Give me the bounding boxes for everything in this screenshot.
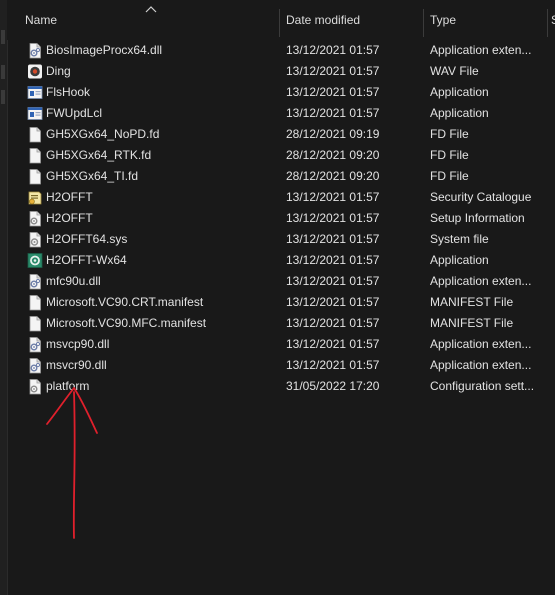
- file-name[interactable]: FWUpdLcl: [46, 103, 276, 124]
- column-divider[interactable]: [423, 9, 424, 37]
- file-row[interactable]: GH5XGx64_RTK.fd 28/12/2021 09:20 FD File: [7, 145, 555, 166]
- file-date-modified: 28/12/2021 09:20: [286, 148, 380, 162]
- file-type: Application exten...: [430, 274, 532, 288]
- manifest-file-icon: [27, 315, 43, 332]
- file-date-modified: 13/12/2021 01:57: [286, 64, 380, 78]
- file-row[interactable]: FWUpdLcl 13/12/2021 01:57 Application: [7, 103, 555, 124]
- file-name[interactable]: msvcp90.dll: [46, 334, 276, 355]
- column-header-size[interactable]: Si: [551, 0, 555, 40]
- file-row[interactable]: FlsHook 13/12/2021 01:57 Application: [7, 82, 555, 103]
- column-header-name[interactable]: Name: [25, 0, 275, 40]
- file-type: Application: [430, 106, 489, 120]
- file-date-modified: 13/12/2021 01:57: [286, 106, 380, 120]
- file-type: Application exten...: [430, 358, 532, 372]
- file-row[interactable]: Microsoft.VC90.CRT.manifest 13/12/2021 01…: [7, 292, 555, 313]
- file-row[interactable]: Ding 13/12/2021 01:57 WAV File: [7, 61, 555, 82]
- file-row[interactable]: mfc90u.dll 13/12/2021 01:57 Application ex…: [7, 271, 555, 292]
- file-name[interactable]: mfc90u.dll: [46, 271, 276, 292]
- config-settings-icon: [27, 378, 43, 395]
- dll-gear-icon: [27, 273, 43, 290]
- file-name[interactable]: platform: [46, 376, 276, 397]
- file-name[interactable]: H2OFFT: [46, 187, 276, 208]
- file-row[interactable]: GH5XGx64_TI.fd 28/12/2021 09:20 FD File: [7, 166, 555, 187]
- file-date-modified: 28/12/2021 09:19: [286, 127, 380, 141]
- manifest-file-icon: [27, 294, 43, 311]
- file-date-modified: 13/12/2021 01:57: [286, 43, 380, 57]
- file-type: Application exten...: [430, 43, 532, 57]
- file-type: Application exten...: [430, 337, 532, 351]
- file-date-modified: 13/12/2021 01:57: [286, 85, 380, 99]
- nav-pane-marker: [1, 90, 5, 104]
- file-type: FD File: [430, 148, 469, 162]
- file-name[interactable]: Microsoft.VC90.CRT.manifest: [46, 292, 276, 313]
- dll-gear-icon: [27, 336, 43, 353]
- file-row[interactable]: H2OFFT 13/12/2021 01:57 Setup Information: [7, 208, 555, 229]
- column-divider[interactable]: [279, 9, 280, 37]
- column-header-bar: Name Date modified Type Si: [7, 0, 555, 40]
- file-type: WAV File: [430, 64, 479, 78]
- file-type: MANIFEST File: [430, 295, 514, 309]
- blank-file-icon: [27, 168, 43, 185]
- file-date-modified: 13/12/2021 01:57: [286, 274, 380, 288]
- file-row[interactable]: BiosImageProcx64.dll 13/12/2021 01:57 Appl…: [7, 40, 555, 61]
- setup-information-icon: [27, 210, 43, 227]
- file-row[interactable]: H2OFFT-Wx64 13/12/2021 01:57 Application: [7, 250, 555, 271]
- column-header-date-modified[interactable]: Date modified: [286, 0, 421, 40]
- file-name[interactable]: H2OFFT-Wx64: [46, 250, 276, 271]
- file-date-modified: 31/05/2022 17:20: [286, 379, 380, 393]
- dll-gear-icon: [27, 357, 43, 374]
- file-date-modified: 13/12/2021 01:57: [286, 295, 380, 309]
- file-date-modified: 13/12/2021 01:57: [286, 253, 380, 267]
- column-header-type[interactable]: Type: [430, 0, 545, 40]
- file-type: Application: [430, 253, 489, 267]
- nav-pane-marker: [1, 30, 5, 44]
- application-window-icon: [27, 105, 43, 122]
- file-row[interactable]: H2OFFT64.sys 13/12/2021 01:57 System file: [7, 229, 555, 250]
- file-date-modified: 13/12/2021 01:57: [286, 337, 380, 351]
- file-name[interactable]: GH5XGx64_TI.fd: [46, 166, 276, 187]
- file-row[interactable]: msvcp90.dll 13/12/2021 01:57 Application e…: [7, 334, 555, 355]
- file-type: System file: [430, 232, 489, 246]
- file-type: Configuration sett...: [430, 379, 535, 393]
- audio-file-icon: [27, 63, 43, 80]
- application-window-icon: [27, 84, 43, 101]
- file-date-modified: 13/12/2021 01:57: [286, 316, 380, 330]
- file-name[interactable]: BiosImageProcx64.dll: [46, 40, 276, 61]
- file-name[interactable]: msvcr90.dll: [46, 355, 276, 376]
- file-type: FD File: [430, 169, 469, 183]
- file-row[interactable]: GH5XGx64_NoPD.fd 28/12/2021 09:19 FD File: [7, 124, 555, 145]
- file-name[interactable]: H2OFFT: [46, 208, 276, 229]
- file-name[interactable]: Ding: [46, 61, 276, 82]
- file-date-modified: 13/12/2021 01:57: [286, 190, 380, 204]
- file-name[interactable]: GH5XGx64_NoPD.fd: [46, 124, 276, 145]
- application-gear-icon: [27, 252, 43, 269]
- file-date-modified: 13/12/2021 01:57: [286, 211, 380, 225]
- security-catalogue-icon: [27, 189, 43, 206]
- file-row[interactable]: platform 31/05/2022 17:20 Configuration se…: [7, 376, 555, 397]
- file-date-modified: 13/12/2021 01:57: [286, 358, 380, 372]
- file-type: Security Catalogue: [430, 190, 532, 204]
- file-date-modified: 13/12/2021 01:57: [286, 232, 380, 246]
- file-date-modified: 28/12/2021 09:20: [286, 169, 380, 183]
- file-type: Application: [430, 85, 489, 99]
- column-divider[interactable]: [547, 9, 548, 37]
- blank-file-icon: [27, 126, 43, 143]
- dll-gear-icon: [27, 42, 43, 59]
- blank-file-icon: [27, 147, 43, 164]
- file-name[interactable]: FlsHook: [46, 82, 276, 103]
- file-name[interactable]: H2OFFT64.sys: [46, 229, 276, 250]
- nav-pane-marker: [1, 65, 5, 79]
- file-type: MANIFEST File: [430, 316, 514, 330]
- file-row[interactable]: Microsoft.VC90.MFC.manifest 13/12/2021 01…: [7, 313, 555, 334]
- file-type: FD File: [430, 127, 469, 141]
- file-row[interactable]: msvcr90.dll 13/12/2021 01:57 Application e…: [7, 355, 555, 376]
- file-row[interactable]: H2OFFT 13/12/2021 01:57 Security Catalogue: [7, 187, 555, 208]
- file-name[interactable]: Microsoft.VC90.MFC.manifest: [46, 313, 276, 334]
- file-name[interactable]: GH5XGx64_RTK.fd: [46, 145, 276, 166]
- file-type: Setup Information: [430, 211, 525, 225]
- system-file-icon: [27, 231, 43, 248]
